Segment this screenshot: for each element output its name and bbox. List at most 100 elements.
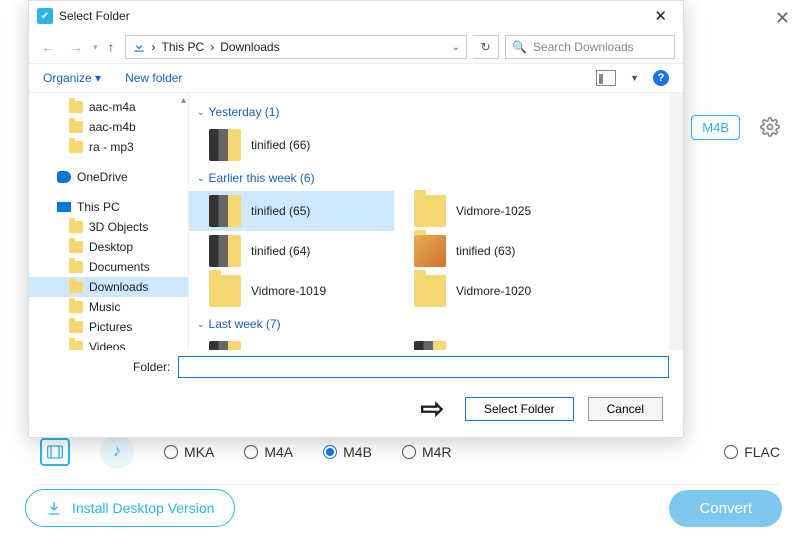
tree-node[interactable]: OneDrive: [29, 167, 188, 187]
folder-icon: [209, 195, 241, 227]
folder-icon: [209, 341, 241, 350]
folder-icon: [209, 275, 241, 307]
folder-item-label: Vidmore-1020: [456, 284, 531, 298]
chevron-down-icon[interactable]: ⌄: [452, 42, 460, 53]
folder-item[interactable]: Vidmore-1025: [394, 191, 599, 231]
nav-back-icon[interactable]: ←: [37, 37, 59, 57]
video-icon[interactable]: [40, 438, 70, 466]
format-radio-mka[interactable]: MKA: [164, 444, 214, 460]
tree-node-label: Pictures: [89, 320, 132, 334]
audio-icon[interactable]: ♪: [100, 435, 134, 469]
scrollbar[interactable]: [669, 93, 683, 350]
search-placeholder: Search Downloads: [533, 40, 634, 54]
folder-content[interactable]: ⌄Yesterday (1) tinified (66) ⌄Earlier this…: [189, 93, 683, 350]
help-icon[interactable]: ?: [653, 70, 669, 86]
tree-node[interactable]: aac-m4b: [29, 117, 188, 137]
app-icon: ✔: [37, 8, 53, 24]
bg-format-selector: ♪ MKA M4A M4B M4R FLAC: [40, 435, 780, 485]
bg-close-icon[interactable]: ✕: [775, 8, 790, 29]
addr-sep: ›: [210, 40, 214, 54]
convert-button[interactable]: Convert: [669, 490, 782, 527]
pc-icon: [57, 202, 71, 212]
format-radio-m4a[interactable]: M4A: [244, 444, 293, 460]
folder-icon: [69, 141, 83, 153]
folder-item[interactable]: tinified (63): [394, 231, 599, 271]
tree-node[interactable]: aac-m4a: [29, 97, 188, 117]
dialog-titlebar: ✔ Select Folder ✕: [29, 1, 683, 31]
chevron-down-icon: ⌄: [197, 107, 205, 118]
section-header[interactable]: ⌄Earlier this week (6): [189, 165, 679, 191]
folder-tree[interactable]: ▴ aac-m4a aac-m4b ra - mp3 OneDrive This PC 3…: [29, 93, 189, 350]
folder-item[interactable]: tinified (65): [189, 191, 394, 231]
scroll-up-icon[interactable]: ▴: [181, 95, 186, 106]
breadcrumb-root[interactable]: This PC: [162, 40, 205, 54]
section-header[interactable]: ⌄Yesterday (1): [189, 99, 679, 125]
dialog-footer: Folder:: [29, 350, 683, 384]
dialog-nav: ← → ▾ ↑ › This PC › Downloads ⌄ ↻ 🔍 Sear…: [29, 31, 683, 64]
cancel-button[interactable]: Cancel: [588, 397, 663, 421]
gear-icon[interactable]: [760, 117, 780, 137]
chevron-down-icon: ⌄: [197, 319, 205, 330]
bg-output-format-chip[interactable]: M4B: [691, 115, 740, 140]
format-radio-m4b[interactable]: M4B: [323, 444, 372, 460]
tree-node[interactable]: Desktop: [29, 237, 188, 257]
tree-node-label: aac-m4a: [89, 100, 136, 114]
format-radio-m4r[interactable]: M4R: [402, 444, 452, 460]
folder-item-label: tinified (65): [251, 204, 310, 218]
dialog-toolbar: Organize ▾ New folder ▼ ?: [29, 64, 683, 93]
tree-node-label: ra - mp3: [89, 140, 134, 154]
tree-node-label: Downloads: [89, 280, 148, 294]
tree-node[interactable]: 3D Objects: [29, 217, 188, 237]
format-radio-flac[interactable]: FLAC: [724, 444, 780, 460]
folder-icon: [69, 321, 83, 333]
folder-item-label: Vidmore-1019: [251, 284, 326, 298]
tree-node-label: OneDrive: [77, 170, 128, 184]
tree-node[interactable]: Music: [29, 297, 188, 317]
folder-icon: [209, 235, 241, 267]
folder-icon: [69, 301, 83, 313]
chevron-down-icon[interactable]: ▼: [630, 73, 639, 83]
folder-item[interactable]: tinified (64): [189, 231, 394, 271]
folder-icon: [414, 235, 446, 267]
folder-icon: [414, 275, 446, 307]
tree-node[interactable]: ra - mp3: [29, 137, 188, 157]
install-label: Install Desktop Version: [72, 500, 214, 516]
search-input[interactable]: 🔍 Search Downloads: [505, 35, 675, 59]
folder-icon: [69, 121, 83, 133]
select-folder-button[interactable]: Select Folder: [465, 397, 574, 421]
tree-node[interactable]: Pictures: [29, 317, 188, 337]
folder-item[interactable]: tinified (60): [394, 337, 599, 350]
tree-node[interactable]: This PC: [29, 197, 188, 217]
nav-up-icon[interactable]: ↑: [104, 37, 119, 57]
close-icon[interactable]: ✕: [646, 5, 675, 27]
dialog-actions: ⇨ Select Folder Cancel: [29, 384, 683, 437]
address-bar[interactable]: › This PC › Downloads ⌄: [125, 35, 467, 59]
tree-node-label: Videos: [89, 340, 125, 350]
tree-node[interactable]: Documents: [29, 257, 188, 277]
section-header[interactable]: ⌄Last week (7): [189, 311, 679, 337]
folder-icon: [414, 341, 446, 350]
nav-forward-icon[interactable]: →: [65, 37, 87, 57]
tree-node[interactable]: Downloads: [29, 277, 188, 297]
organize-menu[interactable]: Organize ▾: [43, 71, 101, 85]
view-options-icon[interactable]: [596, 70, 616, 86]
annotation-arrow-icon: ⇨: [420, 392, 440, 425]
folder-name-input[interactable]: [178, 356, 669, 378]
new-folder-button[interactable]: New folder: [125, 71, 182, 85]
tree-node-label: Desktop: [89, 240, 133, 254]
chevron-down-icon: ⌄: [197, 173, 205, 184]
nav-recent-icon[interactable]: ▾: [93, 42, 98, 53]
install-desktop-button[interactable]: Install Desktop Version: [25, 489, 235, 527]
refresh-icon[interactable]: ↻: [473, 35, 499, 59]
breadcrumb-leaf[interactable]: Downloads: [220, 40, 279, 54]
folder-item[interactable]: tinified (62): [189, 337, 394, 350]
folder-icon: [69, 261, 83, 273]
folder-item[interactable]: Vidmore-1020: [394, 271, 599, 311]
tree-node-label: Documents: [89, 260, 150, 274]
tree-node-label: This PC: [77, 200, 120, 214]
select-folder-dialog: ✔ Select Folder ✕ ← → ▾ ↑ › This PC › Do…: [28, 0, 684, 438]
tree-node[interactable]: Videos: [29, 337, 188, 350]
folder-item[interactable]: Vidmore-1019: [189, 271, 394, 311]
folder-item-label: tinified (66): [251, 138, 310, 152]
folder-item[interactable]: tinified (66): [189, 125, 394, 165]
